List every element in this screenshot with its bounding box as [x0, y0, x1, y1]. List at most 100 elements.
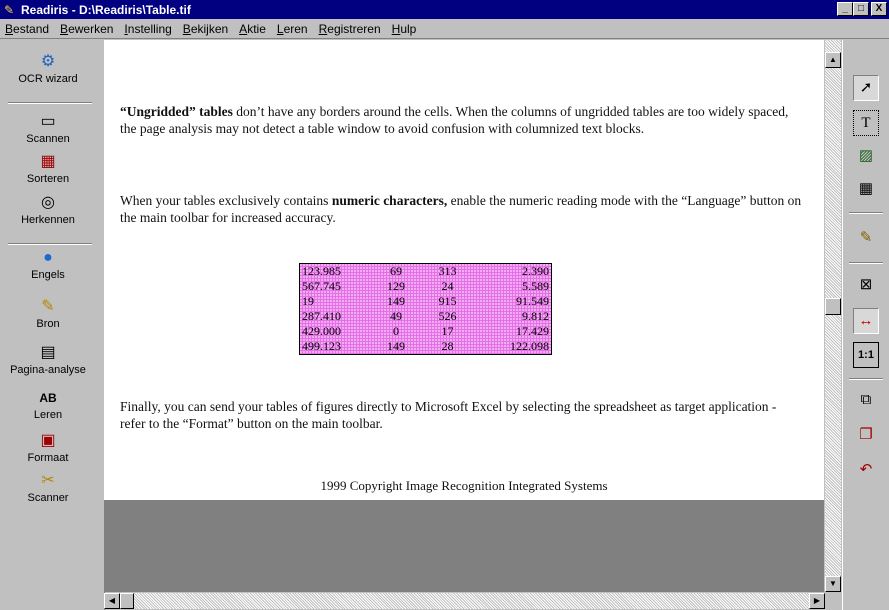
menu-bewerken[interactable]: Bewerken [55, 22, 119, 36]
table-cell: 567.745 [302, 279, 341, 293]
menu-registreren[interactable]: Registreren [314, 22, 387, 36]
table-row: 499.123 149 28 122.098 [300, 339, 552, 355]
table-cell: 28 [441, 339, 454, 353]
order-zones-icon[interactable]: ⧉ [853, 388, 879, 414]
minimize-button[interactable]: _ [837, 2, 853, 16]
table-row: 19 149 915 91.549 [300, 294, 552, 309]
table-cell: 915 [438, 294, 457, 308]
recognize-button[interactable]: ◎ Herkennen [0, 193, 96, 226]
scanner-button[interactable]: ✂ Scanner [0, 471, 96, 504]
delete-zones-icon[interactable]: ↶ [853, 458, 879, 484]
scan-label: Scannen [26, 133, 70, 145]
ocr-wizard-label: OCR wizard [18, 73, 78, 85]
table-cell: 69 [390, 264, 402, 278]
vertical-scroll-thumb[interactable] [825, 298, 841, 315]
scanner-label: Scanner [27, 492, 69, 504]
menu-bekijken[interactable]: Bekijken [178, 22, 234, 36]
format-button[interactable]: ▣ Formaat [0, 431, 96, 464]
menu-instelling[interactable]: Instelling [119, 22, 177, 36]
language-label: Engels [31, 269, 65, 281]
learn-button[interactable]: AB Leren [0, 388, 96, 421]
menu-aktie[interactable]: Aktie [234, 22, 272, 36]
document-page[interactable]: “Ungridded” tables don’t have any border… [104, 40, 824, 500]
table-cell: 287.410 [302, 309, 341, 323]
globe-icon: ● [43, 249, 53, 266]
close-button[interactable]: X [871, 2, 887, 16]
table-cell: 122.098 [510, 339, 549, 353]
zoom-1-1-icon[interactable]: 1:1 [853, 342, 879, 368]
numeric-table: 123.985 69 313 2.390 567.745 129 24 5.589 19 14… [299, 263, 552, 355]
toolbar-separator [8, 243, 92, 245]
scroll-left-arrow-icon[interactable]: ◀ [104, 593, 120, 609]
table-cell: 0 [393, 324, 399, 338]
table-cell: 17.429 [516, 324, 549, 338]
toolbar-separator [849, 378, 883, 380]
ab-learn-icon: AB [39, 391, 57, 405]
table-cell: 123.985 [302, 264, 341, 278]
toolbar-separator [849, 212, 883, 214]
scanner-setup-icon: ✂ [41, 472, 55, 489]
scan-button[interactable]: ▭ Scannen [0, 112, 96, 145]
gears-icon: ⚙ [40, 53, 56, 70]
page-layout-icon: ▤ [40, 344, 56, 361]
title-bar: ✎ Readiris - D:\Readiris\Table.tif _ □ X [0, 0, 889, 19]
source-label: Bron [36, 318, 60, 330]
table-cell: 5.589 [522, 279, 549, 293]
graphic-zone-icon[interactable]: ▨ [853, 144, 879, 170]
scanner-icon: ▭ [40, 113, 56, 130]
table-row: 123.985 69 313 2.390 [300, 264, 552, 280]
sort-label: Sorteren [26, 173, 70, 185]
fit-width-icon[interactable]: ↔ [853, 308, 879, 334]
maximize-button[interactable]: □ [853, 2, 869, 16]
table-row: 429.000 0 17 17.429 [300, 324, 552, 339]
numeric-text-start: When your tables exclusively contains [120, 193, 332, 208]
table-row: 567.745 129 24 5.589 [300, 279, 552, 294]
readiris-app-icon[interactable]: ✎ [4, 3, 18, 17]
table-cell: 24 [441, 279, 454, 293]
table-row: 287.410 49 526 9.812 [300, 309, 552, 324]
menu-hulp[interactable]: Hulp [387, 22, 423, 36]
table-cell: 313 [438, 264, 457, 278]
paragraph-excel: Finally, you can send your tables of fig… [120, 399, 777, 431]
horizontal-scroll-thumb[interactable] [120, 593, 134, 609]
copy-zones-icon[interactable]: ❐ [853, 423, 879, 449]
copyright-line: 1999 Copyright Image Recognition Integra… [320, 478, 608, 493]
zone-properties-icon[interactable]: ✎ [853, 226, 879, 252]
table-cell: 129 [387, 279, 405, 293]
page-analysis-button[interactable]: ▤ Pagina-analyse [0, 343, 96, 376]
zoom-fit-icon[interactable]: ⊠ [853, 273, 879, 299]
menu-leren[interactable]: Leren [272, 22, 314, 36]
scroll-right-arrow-icon[interactable]: ▶ [809, 593, 825, 609]
toolbar-separator [849, 262, 883, 264]
table-cell: 49 [390, 309, 402, 323]
table-cell: 17 [441, 324, 454, 338]
ocr-wizard-button[interactable]: ⚙ OCR wizard [0, 52, 96, 85]
source-button[interactable]: ✎ Bron [0, 297, 96, 330]
scroll-up-arrow-icon[interactable]: ▲ [825, 52, 841, 68]
sort-button[interactable]: ▦ Sorteren [0, 152, 96, 185]
vertical-scrollbar[interactable]: ▲ ▼ [825, 40, 841, 592]
format-icon: ▣ [40, 432, 56, 449]
language-button[interactable]: ● Engels [0, 248, 96, 281]
table-cell: 9.812 [522, 309, 549, 323]
select-arrow-icon[interactable]: ➚ [853, 75, 879, 101]
ungridded-heading: “Ungridded” tables [120, 104, 233, 119]
table-cell: 149 [387, 294, 405, 308]
table-cell: 2.390 [522, 264, 549, 278]
table-zone-icon[interactable]: ▦ [853, 177, 879, 203]
eyes-icon: ◎ [41, 194, 55, 211]
paragraph-ungridded: “Ungridded” tables don’t have any border… [120, 103, 805, 137]
window-controls: _ □ X [837, 2, 887, 16]
numeric-bold: numeric characters, [331, 193, 448, 208]
recognize-label: Herkennen [21, 214, 75, 226]
text-zone-icon[interactable]: T [853, 110, 879, 136]
table-cell: 526 [438, 309, 457, 323]
document-view[interactable]: “Ungridded” tables don’t have any border… [104, 40, 824, 592]
table-cell: 19 [302, 294, 314, 308]
main-toolbar: ⚙ OCR wizard ▭ Scannen ▦ Sorteren ◎ Herk… [0, 40, 105, 610]
scroll-down-arrow-icon[interactable]: ▼ [825, 576, 841, 592]
table-cell: 499.123 [302, 339, 341, 353]
menu-bestand[interactable]: Bestand [0, 22, 55, 36]
page-analysis-label: Pagina-analyse [10, 364, 86, 376]
horizontal-scrollbar[interactable]: ◀ ▶ [104, 593, 825, 609]
